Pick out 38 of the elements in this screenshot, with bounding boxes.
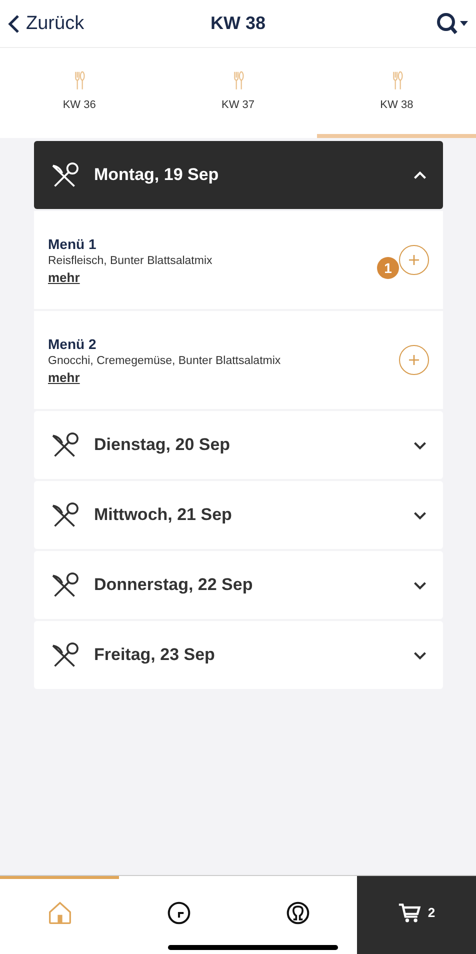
- clock-icon: [166, 901, 190, 925]
- cart-button[interactable]: 2: [357, 876, 476, 954]
- caret-icon: [413, 650, 427, 660]
- day-header[interactable]: Montag, 19 Sep: [34, 141, 443, 209]
- cutlery-icon: [232, 71, 244, 91]
- profile-icon: [286, 901, 310, 925]
- more-link[interactable]: mehr: [48, 270, 80, 284]
- menu-description: Reisfleisch, Bunter Blattsalatmix: [48, 254, 214, 266]
- count-badge: 1: [377, 257, 399, 279]
- day-header[interactable]: Freitag, 23 Sep: [34, 621, 443, 689]
- menu-title: Menü 1: [48, 236, 98, 252]
- caret-icon: [413, 580, 427, 590]
- page-title: KW 38: [210, 13, 266, 34]
- plus-icon: [408, 354, 420, 366]
- plus-icon: [408, 254, 420, 266]
- caret-icon: [413, 510, 427, 520]
- cutlery-icon: [390, 71, 403, 91]
- cutlery-icon: [50, 432, 80, 458]
- caret-icon: [413, 170, 427, 180]
- back-chevron-icon: [8, 14, 20, 34]
- cutlery-icon: [50, 502, 80, 528]
- search-icon[interactable]: [436, 12, 470, 36]
- cart-icon: [398, 901, 422, 925]
- day-header[interactable]: Dienstag, 20 Sep: [34, 411, 443, 479]
- cutlery-icon: [50, 162, 80, 188]
- back-button[interactable]: Zurück: [8, 12, 84, 34]
- cutlery-icon: [50, 572, 80, 598]
- menu-title: Menü 2: [48, 336, 98, 352]
- caret-icon: [413, 440, 427, 450]
- week-tab[interactable]: KW 36: [0, 48, 159, 138]
- cutlery-icon: [50, 642, 80, 668]
- cutlery-icon: [73, 71, 86, 91]
- home-icon: [48, 901, 72, 925]
- menu-description: Gnocchi, Cremegemüse, Bunter Blattsalatmix: [48, 354, 282, 366]
- more-link[interactable]: mehr: [48, 370, 80, 384]
- day-header[interactable]: Mittwoch, 21 Sep: [34, 481, 443, 549]
- week-tab[interactable]: KW 37: [158, 48, 318, 138]
- day-header[interactable]: Donnerstag, 22 Sep: [34, 551, 443, 619]
